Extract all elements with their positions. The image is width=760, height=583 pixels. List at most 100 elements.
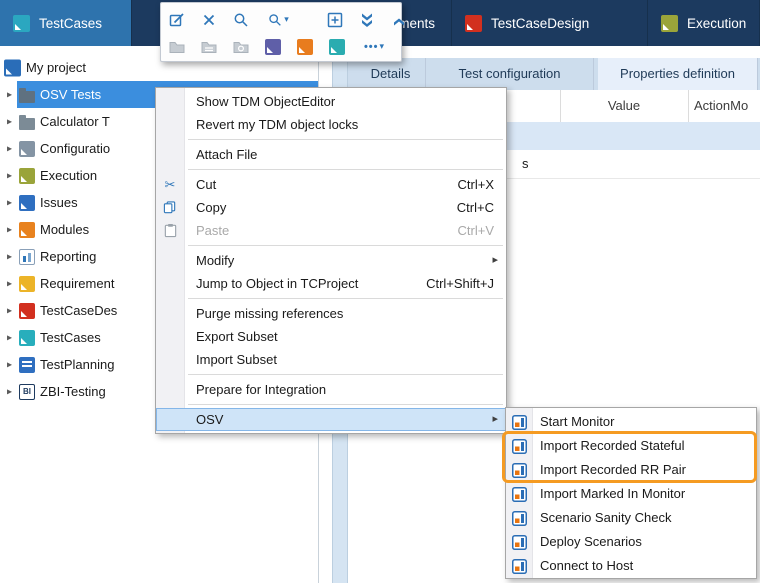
menu-item-revert-tdm-locks[interactable]: Revert my TDM object locks [156,113,506,136]
issues-icon [19,195,35,211]
menu-item-attach-file[interactable]: Attach File [156,143,506,166]
expand-arrow-icon[interactable]: ▸ [7,197,12,208]
tab-label: TestCaseDesign [491,16,589,31]
toolbar-row-2: ••• ▾ [167,33,395,60]
context-menu: Show TDM ObjectEditor Revert my TDM obje… [155,87,507,434]
testcasedesign-folder-icon [19,303,35,319]
menu-item-osv[interactable]: OSV ▸ [156,408,506,431]
menu-item-label: Export Subset [196,329,278,344]
tree-item-label: TestCases [40,330,101,345]
submenu-item-connect-to-host[interactable]: Connect to Host [506,554,756,578]
osv-module-icon [511,486,527,502]
configuration-icon [19,141,35,157]
tab-label: TestCases [39,16,102,31]
expand-arrow-icon[interactable]: ▸ [7,143,12,154]
osv-module-icon [511,462,527,478]
zoom-dropdown-icon[interactable]: ▾ [263,10,293,30]
expand-arrow-icon[interactable]: ▸ [7,251,12,262]
tab-properties-definition[interactable]: Properties definition [598,58,758,90]
tree-item-label: Calculator T [40,114,110,129]
menu-shortcut: Ctrl+C [457,196,494,219]
menu-item-label: Copy [196,200,226,215]
folder-icon[interactable] [167,37,187,57]
menu-item-modify[interactable]: Modify ▸ [156,249,506,272]
testcases-icon [13,15,30,32]
menu-shortcut: Ctrl+Shift+J [426,272,494,295]
zoom-icon[interactable] [231,10,251,30]
submenu-item-deploy-scenarios[interactable]: Deploy Scenarios [506,530,756,554]
folder-icon [19,91,35,103]
module-teal-icon[interactable] [327,37,347,57]
paste-icon [162,223,178,239]
tab-test-configuration[interactable]: Test configuration [426,58,594,90]
menu-separator [188,374,503,375]
menu-item-jump-to-object[interactable]: Jump to Object in TCProject Ctrl+Shift+J [156,272,506,295]
menu-item-cut[interactable]: ✂ Cut Ctrl+X [156,173,506,196]
requirements-folder-icon [19,276,35,292]
tab-testcasedesign[interactable]: TestCaseDesign [452,0,648,46]
table-cell-fragment: s [522,150,529,178]
column-header-actionmode[interactable]: ActionMo [694,90,748,122]
menu-item-label: Cut [196,177,216,192]
menu-item-prepare-for-integration[interactable]: Prepare for Integration [156,378,506,401]
submenu-item-start-monitor[interactable]: Start Monitor [506,410,756,434]
menu-item-label: Import Recorded Stateful [540,438,685,453]
menu-item-import-subset[interactable]: Import Subset [156,348,506,371]
submenu-item-import-recorded-stateful[interactable]: Import Recorded Stateful [506,434,756,458]
collapse-all-icon[interactable] [357,10,377,30]
tree-item-label: ZBI-Testing [40,384,106,399]
add-box-icon[interactable] [325,10,345,30]
edit-icon[interactable] [167,10,187,30]
subtab-label: Test configuration [459,66,561,81]
more-options-icon[interactable]: ••• ▾ [359,37,389,57]
menu-item-label: Attach File [196,147,257,162]
tab-details[interactable]: Details [356,58,426,90]
expand-arrow-icon[interactable]: ▸ [7,170,12,181]
expand-arrow-icon[interactable]: ▸ [7,332,12,343]
tree-item-label: Execution [40,168,97,183]
menu-item-copy[interactable]: Copy Ctrl+C [156,196,506,219]
tab-execution[interactable]: Execution [648,0,760,46]
menu-item-label: Start Monitor [540,414,614,429]
module-purple-icon[interactable] [263,37,283,57]
expand-arrow-icon[interactable]: ▸ [7,224,12,235]
tab-testcases[interactable]: TestCases [0,0,132,46]
tree-item-label: OSV Tests [40,87,101,102]
expand-arrow-icon[interactable]: ▸ [7,386,12,397]
folder-search-icon[interactable] [231,37,251,57]
folder-icon [19,118,35,130]
testcases-folder-icon [19,330,35,346]
menu-item-label: Paste [196,223,229,238]
menu-item-label: Show TDM ObjectEditor [196,94,335,109]
delete-icon[interactable] [199,10,219,30]
submenu-item-import-recorded-rr-pair[interactable]: Import Recorded RR Pair [506,458,756,482]
module-orange-icon[interactable] [295,37,315,57]
expand-arrow-icon[interactable]: ▸ [7,89,12,100]
tree-item-label: Requirement [40,276,114,291]
menu-item-show-tdm-objecteditor[interactable]: Show TDM ObjectEditor [156,90,506,113]
menu-separator [188,169,503,170]
expand-arrow-icon[interactable]: ▸ [7,305,12,316]
subtab-label: Properties definition [620,66,735,81]
application-window: TestCases Requirement s TestCaseDesign Ex… [0,0,760,583]
submenu-item-import-marked-in-monitor[interactable]: Import Marked In Monitor [506,482,756,506]
expand-arrow-icon[interactable]: ▸ [7,278,12,289]
menu-item-label: Connect to Host [540,558,633,573]
menu-item-export-subset[interactable]: Export Subset [156,325,506,348]
menu-shortcut: Ctrl+V [458,219,494,242]
osv-module-icon [511,558,527,574]
osv-module-icon [511,414,527,430]
tree-item-label: Issues [40,195,78,210]
cut-icon: ✂ [162,177,178,193]
folder-structure-icon[interactable] [199,37,219,57]
column-header-value[interactable]: Value [560,90,688,122]
zbi-icon: BI [19,384,35,400]
submenu-item-scenario-sanity-check[interactable]: Scenario Sanity Check [506,506,756,530]
menu-separator [188,404,503,405]
expand-arrow-icon[interactable]: ▸ [7,116,12,127]
menu-item-paste[interactable]: Paste Ctrl+V [156,219,506,242]
expand-icon[interactable] [389,10,409,30]
menu-item-purge-missing-references[interactable]: Purge missing references [156,302,506,325]
expand-arrow-icon[interactable]: ▸ [7,359,12,370]
chevron-down-icon: ▾ [380,41,385,52]
